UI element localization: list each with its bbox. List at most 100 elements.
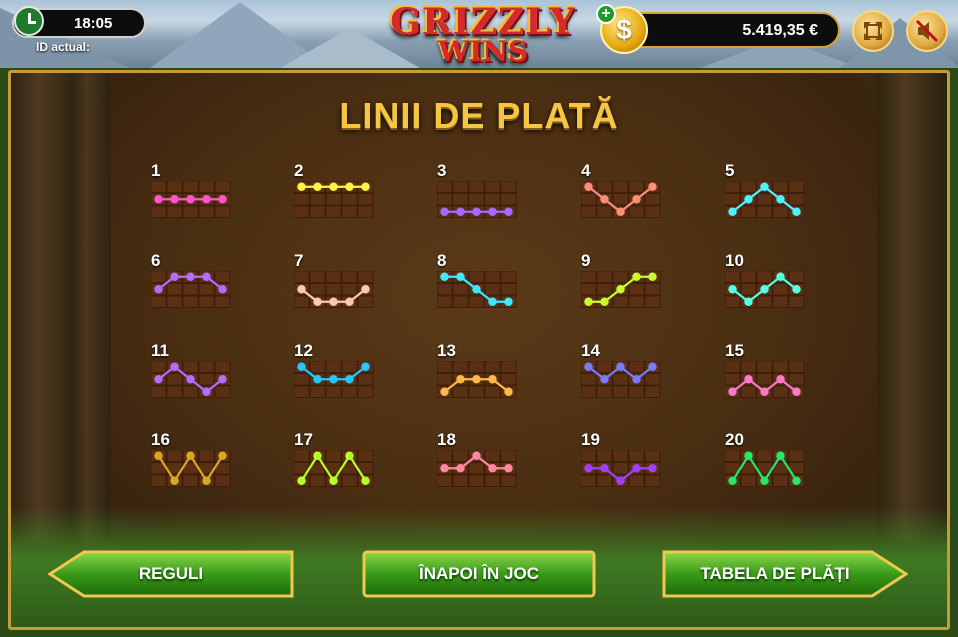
reel-cell xyxy=(468,385,485,398)
rules-button-label: REGULI xyxy=(138,564,204,583)
payline-4: 4 xyxy=(581,161,661,225)
reel-cell xyxy=(437,361,453,373)
reel-cell xyxy=(452,181,469,193)
reel-cell xyxy=(341,271,358,283)
reel-cell xyxy=(151,295,167,308)
reel-cell xyxy=(309,361,326,373)
payline-dot xyxy=(792,207,801,216)
reel-cell xyxy=(166,205,183,218)
reel-cell xyxy=(725,361,741,373)
reel-cell xyxy=(198,361,215,373)
add-funds-button[interactable]: + xyxy=(596,4,616,24)
reel-cell xyxy=(725,271,741,283)
reel-cell xyxy=(357,271,374,283)
payline-diagram xyxy=(151,450,231,487)
payline-10: 10 xyxy=(725,251,805,315)
reel-cell xyxy=(309,193,326,206)
reel-cell xyxy=(214,271,231,283)
reel-cell xyxy=(756,450,773,462)
payline-18: 18 xyxy=(437,430,517,494)
reel-cell xyxy=(214,361,231,373)
payline-dot xyxy=(632,272,641,281)
reel-cell xyxy=(644,193,661,206)
reel-cell xyxy=(151,474,167,487)
payline-dot xyxy=(297,476,306,485)
payline-dot xyxy=(600,195,609,204)
reel-cell xyxy=(596,361,613,373)
reel-cell xyxy=(437,181,453,193)
payline-diagram xyxy=(581,450,661,487)
payline-number: 5 xyxy=(725,161,735,180)
payline-dot xyxy=(600,297,609,306)
payline-1: 1 xyxy=(151,161,231,225)
reel-cell xyxy=(644,450,661,462)
reel-cell xyxy=(294,450,310,462)
payline-dot xyxy=(600,375,609,384)
back-button-label: ÎNAPOI ÎN JOC xyxy=(419,564,539,583)
payline-dot xyxy=(361,285,370,294)
game-logo: GRIZZLY WINS xyxy=(390,4,576,76)
reel-cell xyxy=(788,181,805,193)
reel-cell xyxy=(182,181,199,193)
reel-cell xyxy=(452,450,469,462)
payline-dot xyxy=(313,451,322,460)
payline-number: 19 xyxy=(581,430,600,449)
reel-cell xyxy=(484,193,501,206)
payline-dot xyxy=(488,464,497,473)
reel-cell xyxy=(628,295,645,308)
reel-cell xyxy=(612,193,629,206)
sound-toggle-button[interactable] xyxy=(906,10,948,52)
reel-cell xyxy=(468,271,485,283)
reel-cell xyxy=(500,283,517,296)
payline-dot xyxy=(632,195,641,204)
payline-dot xyxy=(728,207,737,216)
reel-cell xyxy=(484,450,501,462)
payline-dot xyxy=(744,451,753,460)
reel-cell xyxy=(756,193,773,206)
paytable-button[interactable]: TABELA DE PLĂȚI xyxy=(662,550,908,598)
reel-cell xyxy=(182,283,199,296)
payline-dot xyxy=(472,207,481,216)
reel-cell xyxy=(484,474,501,487)
reel-cell xyxy=(740,474,757,487)
reel-cell xyxy=(788,193,805,206)
rules-button[interactable]: REGULI xyxy=(48,550,294,598)
reel-cell xyxy=(788,271,805,283)
payline-diagram xyxy=(437,361,517,398)
payline-16: 16 xyxy=(151,430,231,494)
reel-cell xyxy=(151,385,167,398)
payline-number: 16 xyxy=(151,430,170,449)
fullscreen-button[interactable] xyxy=(852,10,894,52)
reel-cell xyxy=(198,283,215,296)
payline-dot xyxy=(170,362,179,371)
reel-cell xyxy=(788,361,805,373)
payline-dot xyxy=(218,375,227,384)
payline-dot xyxy=(776,375,785,384)
payline-number: 10 xyxy=(725,251,744,270)
reel-cell xyxy=(628,283,645,296)
reel-cell xyxy=(484,283,501,296)
payline-12: 12 xyxy=(294,341,374,405)
payline-diagram xyxy=(725,181,805,218)
payline-dot xyxy=(504,387,513,396)
tree-left-decoration-2 xyxy=(71,73,111,543)
reel-cell xyxy=(581,271,597,283)
reel-cell xyxy=(214,205,231,218)
payline-dot xyxy=(170,195,179,204)
reel-cell xyxy=(309,283,326,296)
reel-cell xyxy=(500,193,517,206)
payline-dot xyxy=(616,207,625,216)
reel-cell xyxy=(500,181,517,193)
payline-number: 6 xyxy=(151,251,161,270)
reel-cell xyxy=(151,361,167,373)
payline-dot xyxy=(313,297,322,306)
reel-cell xyxy=(772,385,789,398)
payline-dot xyxy=(329,375,338,384)
reel-cell xyxy=(166,283,183,296)
back-to-game-button[interactable]: ÎNAPOI ÎN JOC xyxy=(362,550,596,598)
reel-cell xyxy=(500,373,517,386)
payline-9: 9 xyxy=(581,251,661,315)
reel-cell xyxy=(581,373,597,386)
reel-cell xyxy=(644,295,661,308)
reel-cell xyxy=(740,361,757,373)
